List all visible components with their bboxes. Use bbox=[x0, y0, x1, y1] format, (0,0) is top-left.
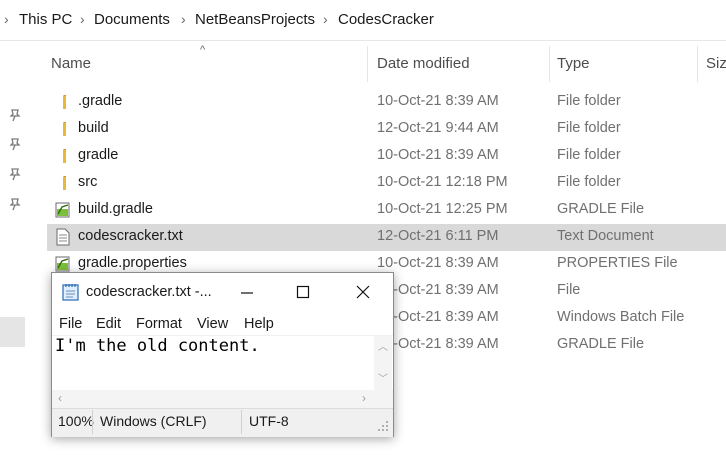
menu-edit[interactable]: Edit bbox=[96, 316, 121, 332]
status-zoom: 100% bbox=[58, 413, 94, 429]
file-date: 10-Oct-21 12:18 PM bbox=[377, 174, 508, 190]
folder-icon bbox=[63, 176, 66, 190]
scroll-right-icon[interactable]: › bbox=[362, 391, 366, 405]
breadcrumb-documents[interactable]: Documents bbox=[94, 11, 170, 28]
folder-icon bbox=[63, 149, 66, 163]
file-type: File folder bbox=[557, 174, 621, 190]
status-divider bbox=[241, 410, 242, 434]
file-type: GRADLE File bbox=[557, 336, 645, 352]
file-date: 10-Oct-21 8:39 AM bbox=[377, 336, 499, 352]
gradle-file-icon bbox=[55, 202, 70, 218]
file-row-dot-gradle[interactable]: .gradle 10-Oct-21 8:39 AM File folder bbox=[47, 89, 726, 116]
file-type: GRADLE File bbox=[557, 201, 645, 217]
menu-format[interactable]: Format bbox=[136, 316, 182, 332]
text-file-icon bbox=[56, 228, 70, 246]
file-row-gradle[interactable]: gradle 10-Oct-21 8:39 AM File folder bbox=[47, 143, 726, 170]
breadcrumb-codescracker[interactable]: CodesCracker bbox=[338, 11, 434, 28]
horizontal-scrollbar[interactable]: ‹ › bbox=[52, 390, 393, 408]
properties-file-icon bbox=[55, 256, 70, 272]
file-name: build bbox=[78, 120, 109, 136]
notepad-window[interactable]: codescracker.txt -... File Edit Format V… bbox=[51, 272, 394, 437]
status-encoding: UTF-8 bbox=[249, 413, 289, 429]
file-type: File folder bbox=[557, 93, 621, 109]
status-line-ending: Windows (CRLF) bbox=[100, 413, 207, 429]
file-date: 10-Oct-21 8:39 AM bbox=[377, 282, 499, 298]
file-date: 10-Oct-21 12:25 PM bbox=[377, 201, 508, 217]
file-name: gradle.properties bbox=[78, 255, 187, 271]
file-date: 10-Oct-21 8:39 AM bbox=[377, 255, 499, 271]
chevron-right-icon[interactable]: › bbox=[323, 11, 328, 27]
file-name: .gradle bbox=[78, 93, 123, 109]
notepad-app-icon bbox=[62, 284, 79, 301]
scroll-left-icon[interactable]: ‹ bbox=[58, 391, 62, 405]
scroll-down-icon[interactable]: ﹀ bbox=[378, 370, 388, 385]
scroll-up-icon[interactable]: ︿ bbox=[378, 338, 388, 353]
file-type: Text Document bbox=[557, 228, 654, 244]
column-header-size[interactable]: Siz bbox=[706, 55, 726, 72]
file-row-build[interactable]: build 12-Oct-21 9:44 AM File folder bbox=[47, 116, 726, 143]
file-type: PROPERTIES File bbox=[557, 255, 678, 271]
close-icon[interactable] bbox=[355, 284, 371, 300]
vertical-scrollbar[interactable]: ︿ ﹀ bbox=[374, 336, 392, 390]
nav-pane-item-selected[interactable] bbox=[0, 317, 25, 347]
file-name: gradle bbox=[78, 147, 119, 163]
column-header-date-modified[interactable]: Date modified bbox=[377, 55, 470, 72]
file-row-build-gradle[interactable]: build.gradle 10-Oct-21 12:25 PM GRADLE F… bbox=[47, 197, 726, 224]
file-date: 12-Oct-21 9:44 AM bbox=[377, 120, 499, 136]
status-divider bbox=[92, 410, 93, 434]
breadcrumb-this-pc[interactable]: This PC bbox=[19, 11, 72, 28]
file-row-src[interactable]: src 10-Oct-21 12:18 PM File folder bbox=[47, 170, 726, 197]
column-divider[interactable] bbox=[367, 46, 368, 82]
chevron-right-icon[interactable]: › bbox=[181, 11, 186, 27]
window-title: codescracker.txt -... bbox=[86, 284, 212, 300]
column-header-name[interactable]: Name bbox=[51, 55, 91, 72]
chevron-right-icon[interactable]: › bbox=[4, 11, 9, 27]
folder-icon bbox=[63, 95, 66, 109]
chevron-right-icon[interactable]: › bbox=[80, 11, 85, 27]
editor-text-area[interactable]: I'm the old content. bbox=[55, 336, 373, 390]
file-name: build.gradle bbox=[78, 201, 153, 217]
resize-grip-icon[interactable] bbox=[376, 419, 390, 433]
file-type: File bbox=[557, 282, 581, 298]
column-divider[interactable] bbox=[549, 46, 550, 82]
pin-icon[interactable] bbox=[8, 197, 22, 211]
menu-file[interactable]: File bbox=[59, 316, 82, 332]
sort-ascending-icon: ^ bbox=[200, 44, 206, 56]
breadcrumb: › This PC › Documents › NetBeansProjects… bbox=[0, 0, 726, 41]
file-type: File folder bbox=[557, 120, 621, 136]
menu-help[interactable]: Help bbox=[244, 316, 274, 332]
column-header-type[interactable]: Type bbox=[557, 55, 590, 72]
minimize-icon[interactable] bbox=[240, 285, 254, 299]
file-row-codescracker-txt[interactable]: codescracker.txt 12-Oct-21 6:11 PM Text … bbox=[47, 224, 726, 251]
file-date: 12-Oct-21 6:11 PM bbox=[377, 228, 499, 244]
pin-icon[interactable] bbox=[8, 108, 22, 122]
folder-icon bbox=[63, 122, 66, 136]
file-type: Windows Batch File bbox=[557, 309, 685, 325]
file-date: 10-Oct-21 8:39 AM bbox=[377, 147, 499, 163]
file-name: src bbox=[78, 174, 98, 190]
file-type: File folder bbox=[557, 147, 621, 163]
column-divider[interactable] bbox=[697, 46, 698, 82]
breadcrumb-netbeansprojects[interactable]: NetBeansProjects bbox=[195, 11, 315, 28]
file-date: 10-Oct-21 8:39 AM bbox=[377, 93, 499, 109]
pin-icon[interactable] bbox=[8, 137, 22, 151]
maximize-icon[interactable] bbox=[296, 285, 310, 299]
file-name: codescracker.txt bbox=[78, 228, 183, 244]
menu-view[interactable]: View bbox=[197, 316, 228, 332]
file-date: 10-Oct-21 8:39 AM bbox=[377, 309, 499, 325]
pin-icon[interactable] bbox=[8, 167, 22, 181]
